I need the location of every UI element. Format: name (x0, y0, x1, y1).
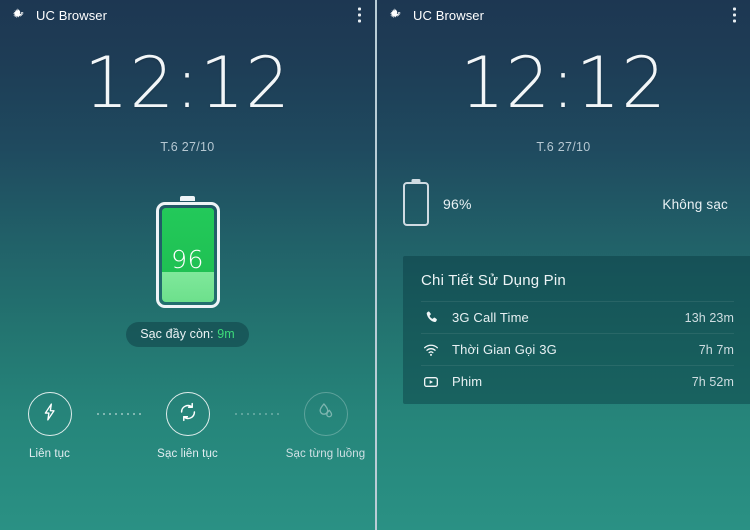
app-title: UC Browser (36, 7, 108, 23)
usage-card-title: Chi Tiết Sử Dụng Pin (421, 272, 566, 289)
usage-row-label: Thời Gian Gọi 3G (452, 342, 557, 357)
usage-row[interactable]: Phim 7h 52m (421, 365, 734, 397)
kebab-dot (358, 7, 361, 11)
lock-clock-time: 12:12 (84, 42, 291, 124)
charge-time-prefix: Sạc đầy còn: (140, 327, 214, 341)
battery-usage-card: Chi Tiết Sử Dụng Pin 3G Call Time 13h 23… (403, 256, 750, 404)
battery-charge-state: Không sạc (662, 196, 728, 212)
usage-row-label: 3G Call Time (452, 310, 529, 325)
lock-clock-date: T.6 27/10 (160, 140, 215, 154)
usage-row-value: 7h 7m (698, 342, 734, 357)
app-bar-right: UC Browser (377, 0, 750, 30)
usage-row[interactable]: Thời Gian Gọi 3G 7h 7m (421, 333, 734, 365)
charge-mode-sac-lien-tuc[interactable]: Sạc liên tục (141, 392, 235, 460)
kebab-menu-icon[interactable] (358, 7, 361, 23)
screenshot-stage: UC Browser 12:12 T.6 27/10 96 Sạc đầy cò… (0, 0, 750, 530)
charge-mode-row: Liên tục Sạc liên tục Sạc từng luồng (0, 392, 375, 460)
mode-circle (303, 392, 348, 436)
battery-indicator-large: 96 Sạc đầy còn: 9m (0, 196, 375, 347)
battery-percent-label: 96% (443, 196, 472, 212)
battery-body: 96 (155, 202, 220, 308)
kebab-dot (358, 13, 361, 17)
water-droplet-icon (315, 401, 336, 427)
battery-indicator-small (403, 182, 429, 226)
kebab-dot (733, 19, 736, 23)
usage-row-value: 7h 52m (691, 374, 734, 389)
uc-browser-squirrel-icon (11, 7, 28, 24)
kebab-dot (733, 7, 736, 11)
usage-row-value: 13h 23m (684, 310, 734, 325)
mode-connector-dots (96, 413, 141, 415)
kebab-dot (733, 13, 736, 17)
video-play-icon (421, 373, 441, 391)
mode-connector-dots (234, 413, 279, 415)
charge-time-chip: Sạc đầy còn: 9m (126, 322, 249, 347)
kebab-menu-icon[interactable] (733, 7, 736, 23)
wifi-icon (421, 341, 441, 359)
charge-mode-sac-tung-luong[interactable]: Sạc từng luồng (279, 392, 373, 460)
app-title: UC Browser (413, 7, 485, 23)
battery-fill-light (161, 271, 214, 302)
lock-clock-date: T.6 27/10 (536, 140, 591, 154)
charge-mode-lien-tuc[interactable]: Liên tục (3, 392, 97, 460)
charge-time-value: 9m (217, 327, 235, 341)
usage-row[interactable]: 3G Call Time 13h 23m (421, 301, 734, 333)
battery-status-row: 96% Không sạc (377, 182, 750, 226)
uc-browser-squirrel-icon (388, 7, 405, 24)
lightning-bolt-icon (40, 402, 60, 427)
usage-row-label: Phim (452, 374, 483, 389)
charge-mode-label: Sạc liên tục (157, 448, 218, 460)
kebab-dot (358, 19, 361, 23)
battery-percent-label: 96 (171, 245, 204, 274)
mode-circle (27, 392, 72, 436)
phone-handset-icon (421, 309, 441, 327)
left-panel: UC Browser 12:12 T.6 27/10 96 Sạc đầy cò… (0, 0, 375, 530)
charge-mode-label: Liên tục (28, 448, 71, 460)
app-bar-left: UC Browser (0, 0, 375, 30)
charge-mode-label: Sạc từng luồng (285, 448, 366, 460)
battery-nub (180, 196, 195, 201)
mode-circle (165, 392, 210, 436)
lock-clock-time: 12:12 (460, 42, 667, 124)
right-panel: UC Browser 12:12 T.6 27/10 96% Không sạc… (375, 0, 750, 530)
refresh-sync-icon (177, 401, 199, 428)
